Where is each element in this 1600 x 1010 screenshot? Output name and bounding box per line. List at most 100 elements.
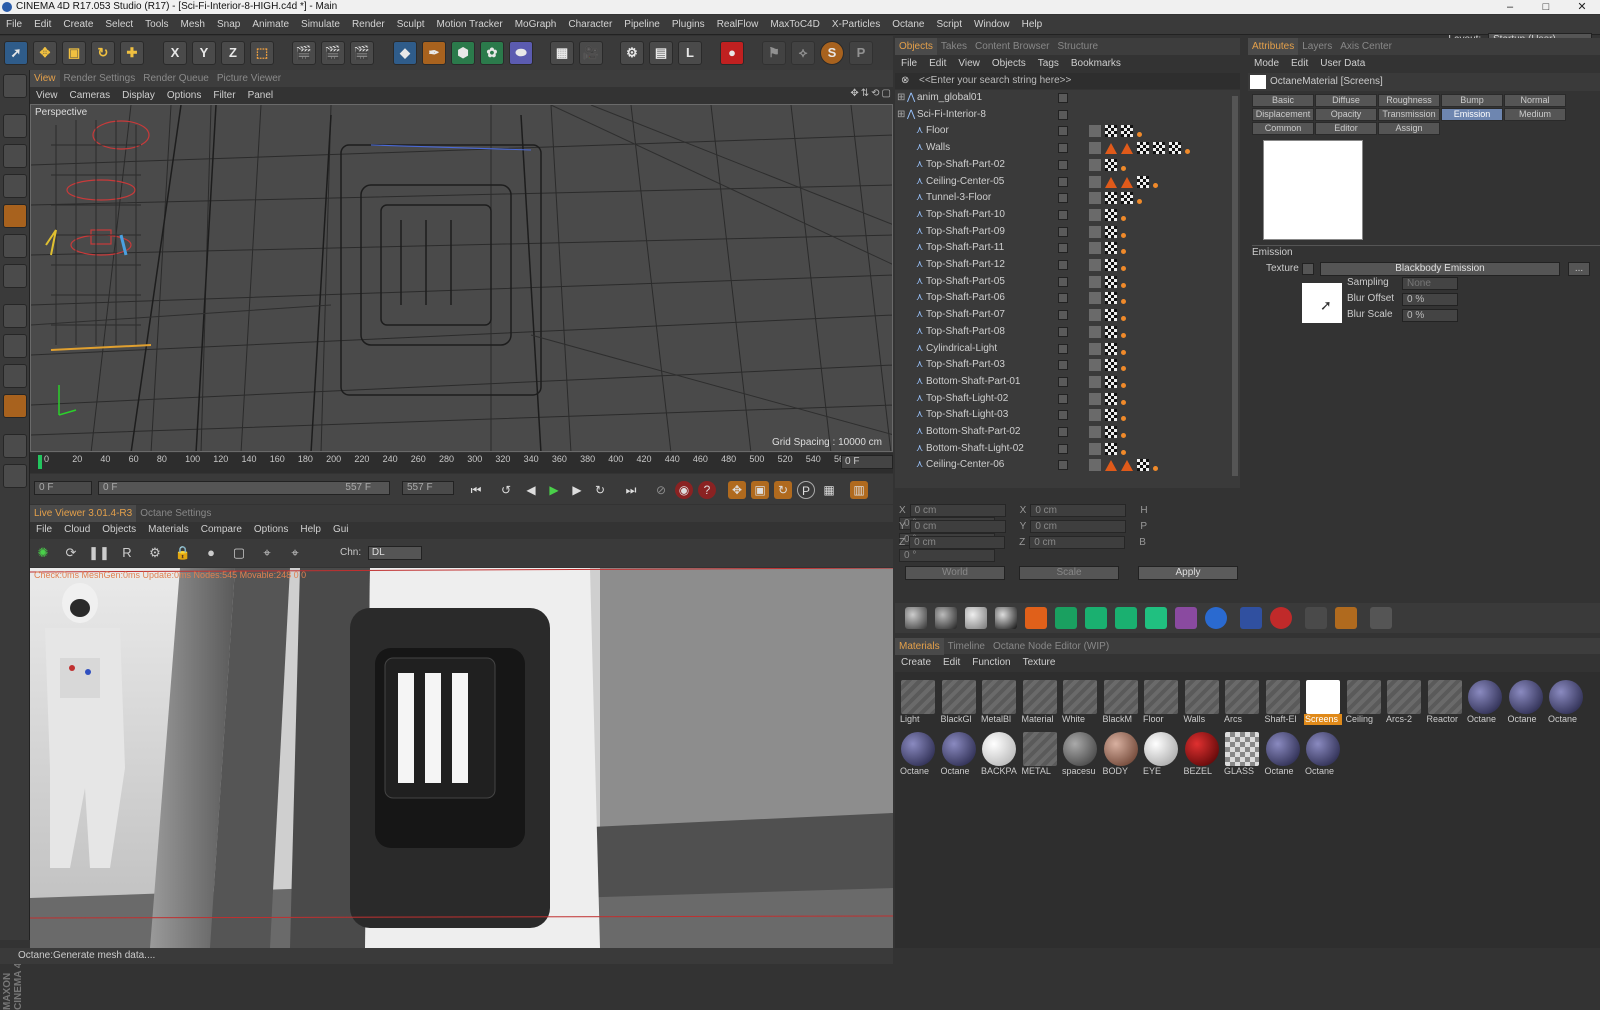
attr-button-transmission[interactable]: Transmission [1378,108,1440,121]
octane-tag-icon[interactable] [1121,249,1126,255]
material-tag-icon[interactable] [1105,143,1117,155]
blur-offset-field[interactable]: 0 % [1402,293,1458,306]
material-tag-icon[interactable] [1105,460,1117,472]
menu-help[interactable]: Help [1016,15,1049,35]
maximize-button[interactable]: □ [1528,0,1564,14]
visibility-toggle[interactable] [1058,376,1068,387]
tab-structure[interactable]: Structure [1054,38,1103,55]
material-blackgl[interactable]: BlackGl [940,678,978,726]
octane-scatter-icon[interactable] [1115,607,1137,629]
sampling-select[interactable]: None [1402,277,1458,290]
texture-mode-button[interactable] [3,144,27,168]
phong-tag-icon[interactable] [1089,125,1101,138]
visibility-toggle[interactable] [1058,243,1068,254]
attr-button-bump[interactable]: Bump [1441,94,1503,107]
visibility-toggle[interactable] [1058,360,1068,371]
phong-tag-icon[interactable] [1089,325,1101,338]
material-menu-texture[interactable]: Texture [1017,655,1062,671]
render-settings-gear-icon[interactable]: ⚙ [144,543,166,563]
viewport-nav-icons[interactable]: ✥⇅⟲▢ [850,88,893,99]
material-tag-icon[interactable] [1121,176,1133,188]
object-row[interactable]: ⊞ ⋀ Sci-Fi-Interior-8 [895,107,1230,124]
octane-start-icon[interactable]: ✺ [32,543,54,563]
phong-tag-icon[interactable] [1089,292,1101,305]
menu-sculpt[interactable]: Sculpt [391,15,431,35]
coordinate-field[interactable]: 0 cm [1030,504,1127,517]
texture-shader-button[interactable]: Blackbody Emission [1320,262,1560,276]
attr-button-normal[interactable]: Normal [1504,94,1566,107]
attribute-menu-edit[interactable]: Edit [1285,56,1314,72]
object-row[interactable]: ⋏ Bottom-Shaft-Part-01 [895,374,1230,391]
texture-tag-icon[interactable] [1105,392,1117,405]
object-row[interactable]: ⋏ Top-Shaft-Part-05 [895,274,1230,291]
texture-arrow-button[interactable] [1302,263,1314,275]
material-octane[interactable]: Octane [1304,730,1342,778]
material-octane[interactable]: Octane [1264,730,1302,778]
menu-x-particles[interactable]: X-Particles [826,15,886,35]
phong-tag-icon[interactable] [1089,225,1101,238]
size-mode-select[interactable]: Scale [1019,566,1119,580]
attr-button-basic[interactable]: Basic [1252,94,1314,107]
coordinate-field[interactable]: 0 cm [909,504,1006,517]
x-axis-lock-button[interactable]: X [163,41,187,65]
phong-tag-icon[interactable] [1089,442,1101,455]
visibility-toggle[interactable] [1058,410,1068,421]
phong-tag-icon[interactable] [1089,208,1101,221]
expand-toggle-icon[interactable]: ⊞ [897,107,905,124]
live-selection-tool-button[interactable]: ➚ [4,41,28,65]
material-backpa[interactable]: BACKPA [980,730,1018,778]
liveviewer-menu-file[interactable]: File [30,522,58,538]
next-frame-button[interactable]: ▶ [568,481,586,499]
region-render-icon[interactable]: R [116,543,138,563]
axis-mode-button[interactable] [3,304,27,328]
object-menu-view[interactable]: View [952,56,986,72]
material-glass[interactable]: GLASS [1223,730,1261,778]
menu-mesh[interactable]: Mesh [175,15,211,35]
material-octane[interactable]: Octane [1547,678,1585,726]
menu-script[interactable]: Script [930,15,968,35]
object-row[interactable]: ⊞ ⋀ anim_global01 [895,90,1230,107]
liveviewer-menu-gui[interactable]: Gui [327,522,355,538]
next-key-button[interactable]: ↻ [591,481,609,499]
texture-tag-icon[interactable] [1105,225,1117,238]
viewport-menu-display[interactable]: Display [116,88,161,104]
octane-tag-icon[interactable] [1121,399,1126,405]
keyframe-selection-button[interactable]: ? [698,481,716,499]
object-row[interactable]: ⋏ Top-Shaft-Part-12 [895,257,1230,274]
scale-tool-button[interactable]: ▣ [62,41,86,65]
tab-picture-viewer[interactable]: Picture Viewer [213,70,285,87]
phong-tag-icon[interactable] [1089,175,1101,188]
workplane-lock-button[interactable] [3,434,27,458]
object-row[interactable]: ⋏ Top-Shaft-Part-03 [895,357,1230,374]
material-metalbl[interactable]: MetalBl [980,678,1018,726]
psr-button[interactable]: P [849,41,873,65]
octane-tag-icon[interactable] [1121,316,1126,322]
phong-tag-icon[interactable] [1089,242,1101,255]
tweak-mode-button[interactable] [3,334,27,358]
liveviewer-menu-options[interactable]: Options [248,522,294,538]
object-row[interactable]: ⋏ Cylindrical-Light [895,341,1230,358]
octane-arrow-icon[interactable] [1205,607,1227,629]
material-menu-function[interactable]: Function [966,655,1016,671]
octane-tag-icon[interactable] [1121,215,1126,221]
material-arcs[interactable]: Arcs [1223,678,1261,726]
visibility-toggle[interactable] [1058,343,1068,354]
octane-camera-tag-icon[interactable] [1025,607,1047,629]
tab-content-browser[interactable]: Content Browser [971,38,1053,55]
menu-mograph[interactable]: MoGraph [509,15,563,35]
attr-button-displacement[interactable]: Displacement [1252,108,1314,121]
menu-tools[interactable]: Tools [139,15,174,35]
cloner-button[interactable]: ✿ [480,41,504,65]
coordinate-field[interactable]: 0 ° [899,549,995,562]
previous-key-button[interactable]: ↺ [497,481,515,499]
workplane-button[interactable]: ▤ [649,41,673,65]
tab-view[interactable]: View [30,70,60,87]
solo-button[interactable] [3,364,27,388]
material-tag-icon[interactable] [1121,143,1133,155]
minimize-button[interactable]: – [1492,0,1528,14]
menu-plugins[interactable]: Plugins [666,15,711,35]
y-axis-lock-button[interactable]: Y [192,41,216,65]
liveviewer-menu-help[interactable]: Help [294,522,327,538]
object-menu-edit[interactable]: Edit [923,56,952,72]
visibility-toggle[interactable] [1058,226,1068,237]
